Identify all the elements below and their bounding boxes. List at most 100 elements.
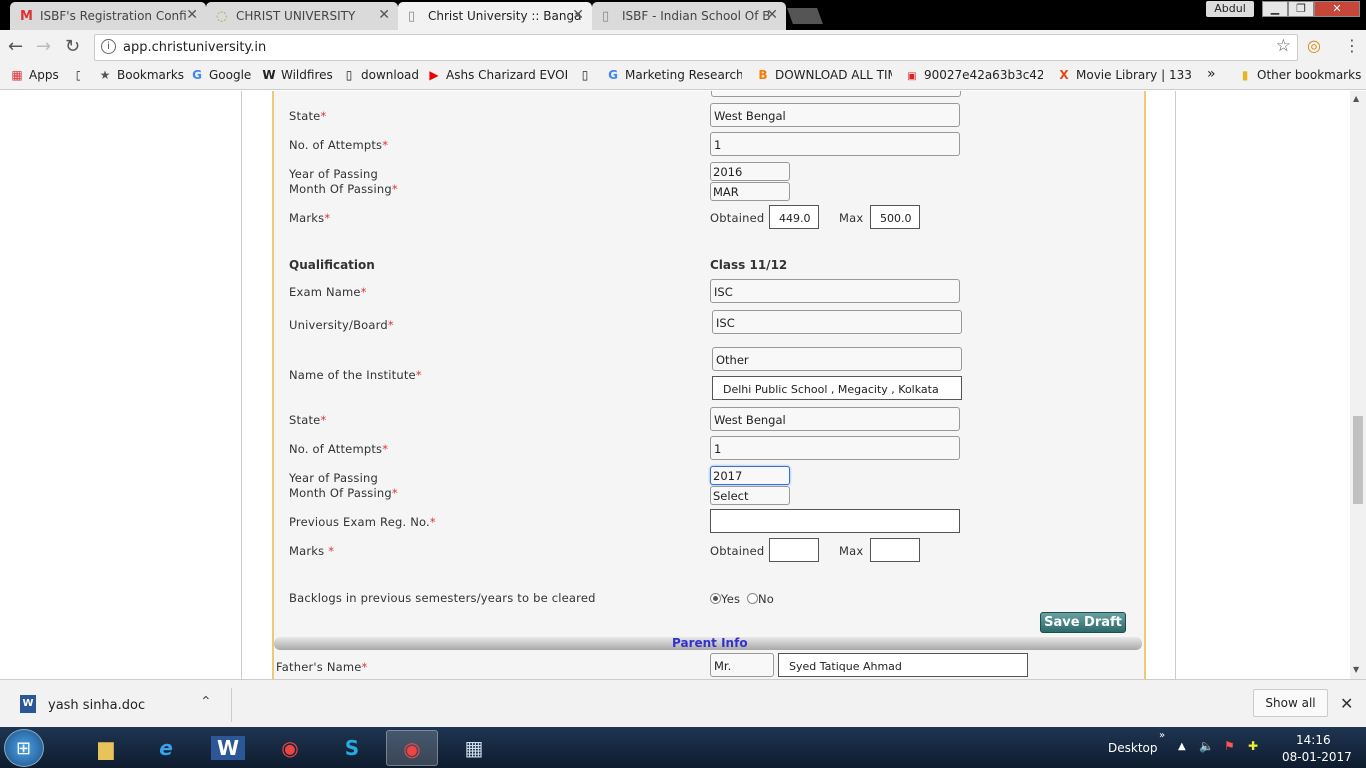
institute-select[interactable]: Other [712,347,962,371]
month-of-passing-label: Month Of Passing* [289,486,398,500]
month-of-passing-select[interactable]: MAR [710,182,790,201]
bookmark-marketing[interactable]: G Marketing Research - [606,68,742,82]
bookmark-page[interactable]: ▯ [72,68,80,82]
prev-reg-no-input[interactable] [710,509,960,533]
tab-isbf-indian-school[interactable]: ▯ ISBF - Indian School Of B ✕ [592,2,786,30]
ru-icon: ▣ [907,71,917,82]
chevron-up-icon[interactable]: ⌃ [200,694,212,710]
chrome-icon[interactable]: ◉ [264,730,316,766]
file-explorer-icon[interactable]: ▆ [80,730,132,766]
scrollbar-thumb[interactable] [1353,416,1363,504]
save-draft-button[interactable]: Save Draft [1040,612,1126,633]
scroll-up-icon[interactable]: ▲ [1353,94,1359,103]
obtained-marks-input[interactable]: 449.0 [769,205,819,229]
close-tab-icon[interactable]: ✕ [572,7,584,23]
internet-explorer-icon[interactable]: e [140,730,192,766]
calculator-icon[interactable]: ▦ [448,730,500,766]
clock-date[interactable]: 08-01-2017 [1282,750,1352,764]
download-shelf: W yash sinha.doc ⌃ Show all ✕ [0,679,1366,727]
bookmark-download[interactable]: ▯ download [342,68,419,82]
close-tab-icon[interactable]: ✕ [186,7,198,23]
close-tab-icon[interactable]: ✕ [766,7,778,23]
tab-christ-university[interactable]: ◌ CHRIST UNIVERSITY ✕ [206,2,398,30]
new-tab-button[interactable] [787,8,823,24]
bookmark-hash[interactable]: ▣90027e42a63b3c42b6 [905,68,1043,82]
scroll-down-icon[interactable]: ▼ [1353,665,1359,674]
bookmark-download-all[interactable]: B DOWNLOAD ALL TIM [756,68,892,82]
radio-yes[interactable] [710,593,721,604]
close-window-icon[interactable]: ✕ [1314,1,1360,17]
marks-label: Marks* [289,211,331,225]
attempts-field[interactable]: 1 [710,132,960,156]
skype-icon[interactable]: S [326,730,378,766]
tab-christ-bangalore[interactable]: ▯ Christ University :: Banga ✕ [398,2,592,30]
close-tab-icon[interactable]: ✕ [378,7,390,23]
board-field[interactable]: ISC [712,310,962,334]
month-of-passing-label: Month Of Passing* [289,182,398,196]
volume-icon[interactable]: 🔈 [1199,739,1214,753]
network-warning-icon[interactable]: ⚑ [1224,739,1235,753]
month-of-passing-select[interactable]: Select [710,486,790,505]
institute-name-field-clipped[interactable] [711,91,961,97]
back-icon[interactable]: ← [8,36,23,57]
show-hidden-icons-icon[interactable]: ▲ [1178,741,1186,752]
extension-icon[interactable]: ◎ [1307,36,1321,55]
bookmark-google[interactable]: G Google [190,68,251,82]
year-of-passing-select[interactable]: 2016 [710,162,790,181]
bookmark-bookmarks[interactable]: ★ Bookmarks [98,68,184,82]
bookmark-charizard[interactable]: ▶ Ashs Charizard EVOLV [427,68,567,82]
state-field[interactable]: West Bengal [710,103,960,127]
year-of-passing-select[interactable]: 2017 [710,466,790,485]
tab-isbf-registration[interactable]: M ISBF's Registration Confi ✕ [10,2,206,30]
attempts-field[interactable]: 1 [710,436,960,460]
bookmark-star-icon[interactable]: ☆ [1276,36,1291,56]
blogger-icon: B [758,68,768,82]
obtained-marks-input[interactable] [769,538,819,562]
desktop-toolbar-label[interactable]: Desktop [1108,741,1158,755]
x-icon: X [1059,68,1069,82]
show-all-button[interactable]: Show all [1253,689,1328,717]
bookmark-apps[interactable]: ▦ Apps [10,68,58,82]
backlogs-yes-option[interactable]: Yes [710,592,740,606]
download-item[interactable]: W yash sinha.doc ⌃ [10,688,232,722]
bookmark-wildfires[interactable]: W Wildfires [262,68,332,82]
institute-name-input[interactable]: Delhi Public School , Megacity , Kolkata [712,376,962,400]
max-marks-input[interactable]: 500.0 [870,205,920,229]
clock-time[interactable]: 14:16 [1296,733,1331,747]
start-button[interactable]: ⊞ [4,729,44,767]
chrome-active-icon[interactable]: ◉ [386,730,438,766]
menu-icon[interactable]: ⋮ [1344,36,1360,55]
word-icon[interactable]: W [202,730,254,766]
info-icon[interactable]: i [101,39,116,54]
father-name-input[interactable]: Syed Tatique Ahmad [778,653,1028,677]
page-scrollbar[interactable]: ▲ ▼ [1350,91,1366,679]
google-icon: G [192,68,202,82]
windows-logo-icon: ⊞ [16,738,32,759]
profile-button[interactable]: Abdul [1206,1,1254,17]
bookmark-movie-library[interactable]: XMovie Library | 1337x [1057,68,1191,82]
radio-no[interactable] [747,593,758,604]
desktop-more-icon[interactable]: » [1159,730,1165,741]
forward-icon[interactable]: → [36,36,51,57]
other-bookmarks[interactable]: ▮ Other bookmarks [1238,68,1362,82]
minimize-icon[interactable]: ▁ [1262,1,1288,17]
address-bar[interactable]: i app.christuniversity.in ☆ [94,34,1298,61]
download-file-name: yash sinha.doc [48,698,146,713]
state-label: State* [289,413,327,427]
max-marks-input[interactable] [870,538,920,562]
father-title-select[interactable]: Mr. [710,653,774,677]
backlogs-no-option[interactable]: No [747,592,774,606]
windows-taskbar: ⊞ ▆ e W ◉ S ◉ ▦ Desktop » ▲ 🔈 ⚑ ✚ 14:16 … [0,727,1366,768]
tab-title: CHRIST UNIVERSITY [236,9,356,23]
bookmark-page[interactable]: ▯ [578,68,590,82]
exam-name-field[interactable]: ISC [710,279,960,303]
url-text: app.christuniversity.in [123,40,267,55]
state-field[interactable]: West Bengal [710,407,960,431]
more-bookmarks-icon[interactable]: » [1207,66,1216,82]
action-center-icon[interactable]: ✚ [1248,739,1258,753]
state-label: State* [289,109,327,123]
close-shelf-icon[interactable]: ✕ [1340,694,1353,713]
reload-icon[interactable]: ↻ [65,36,80,57]
restore-icon[interactable]: ❐ [1288,1,1314,17]
qualification-value: Class 11/12 [710,258,788,272]
